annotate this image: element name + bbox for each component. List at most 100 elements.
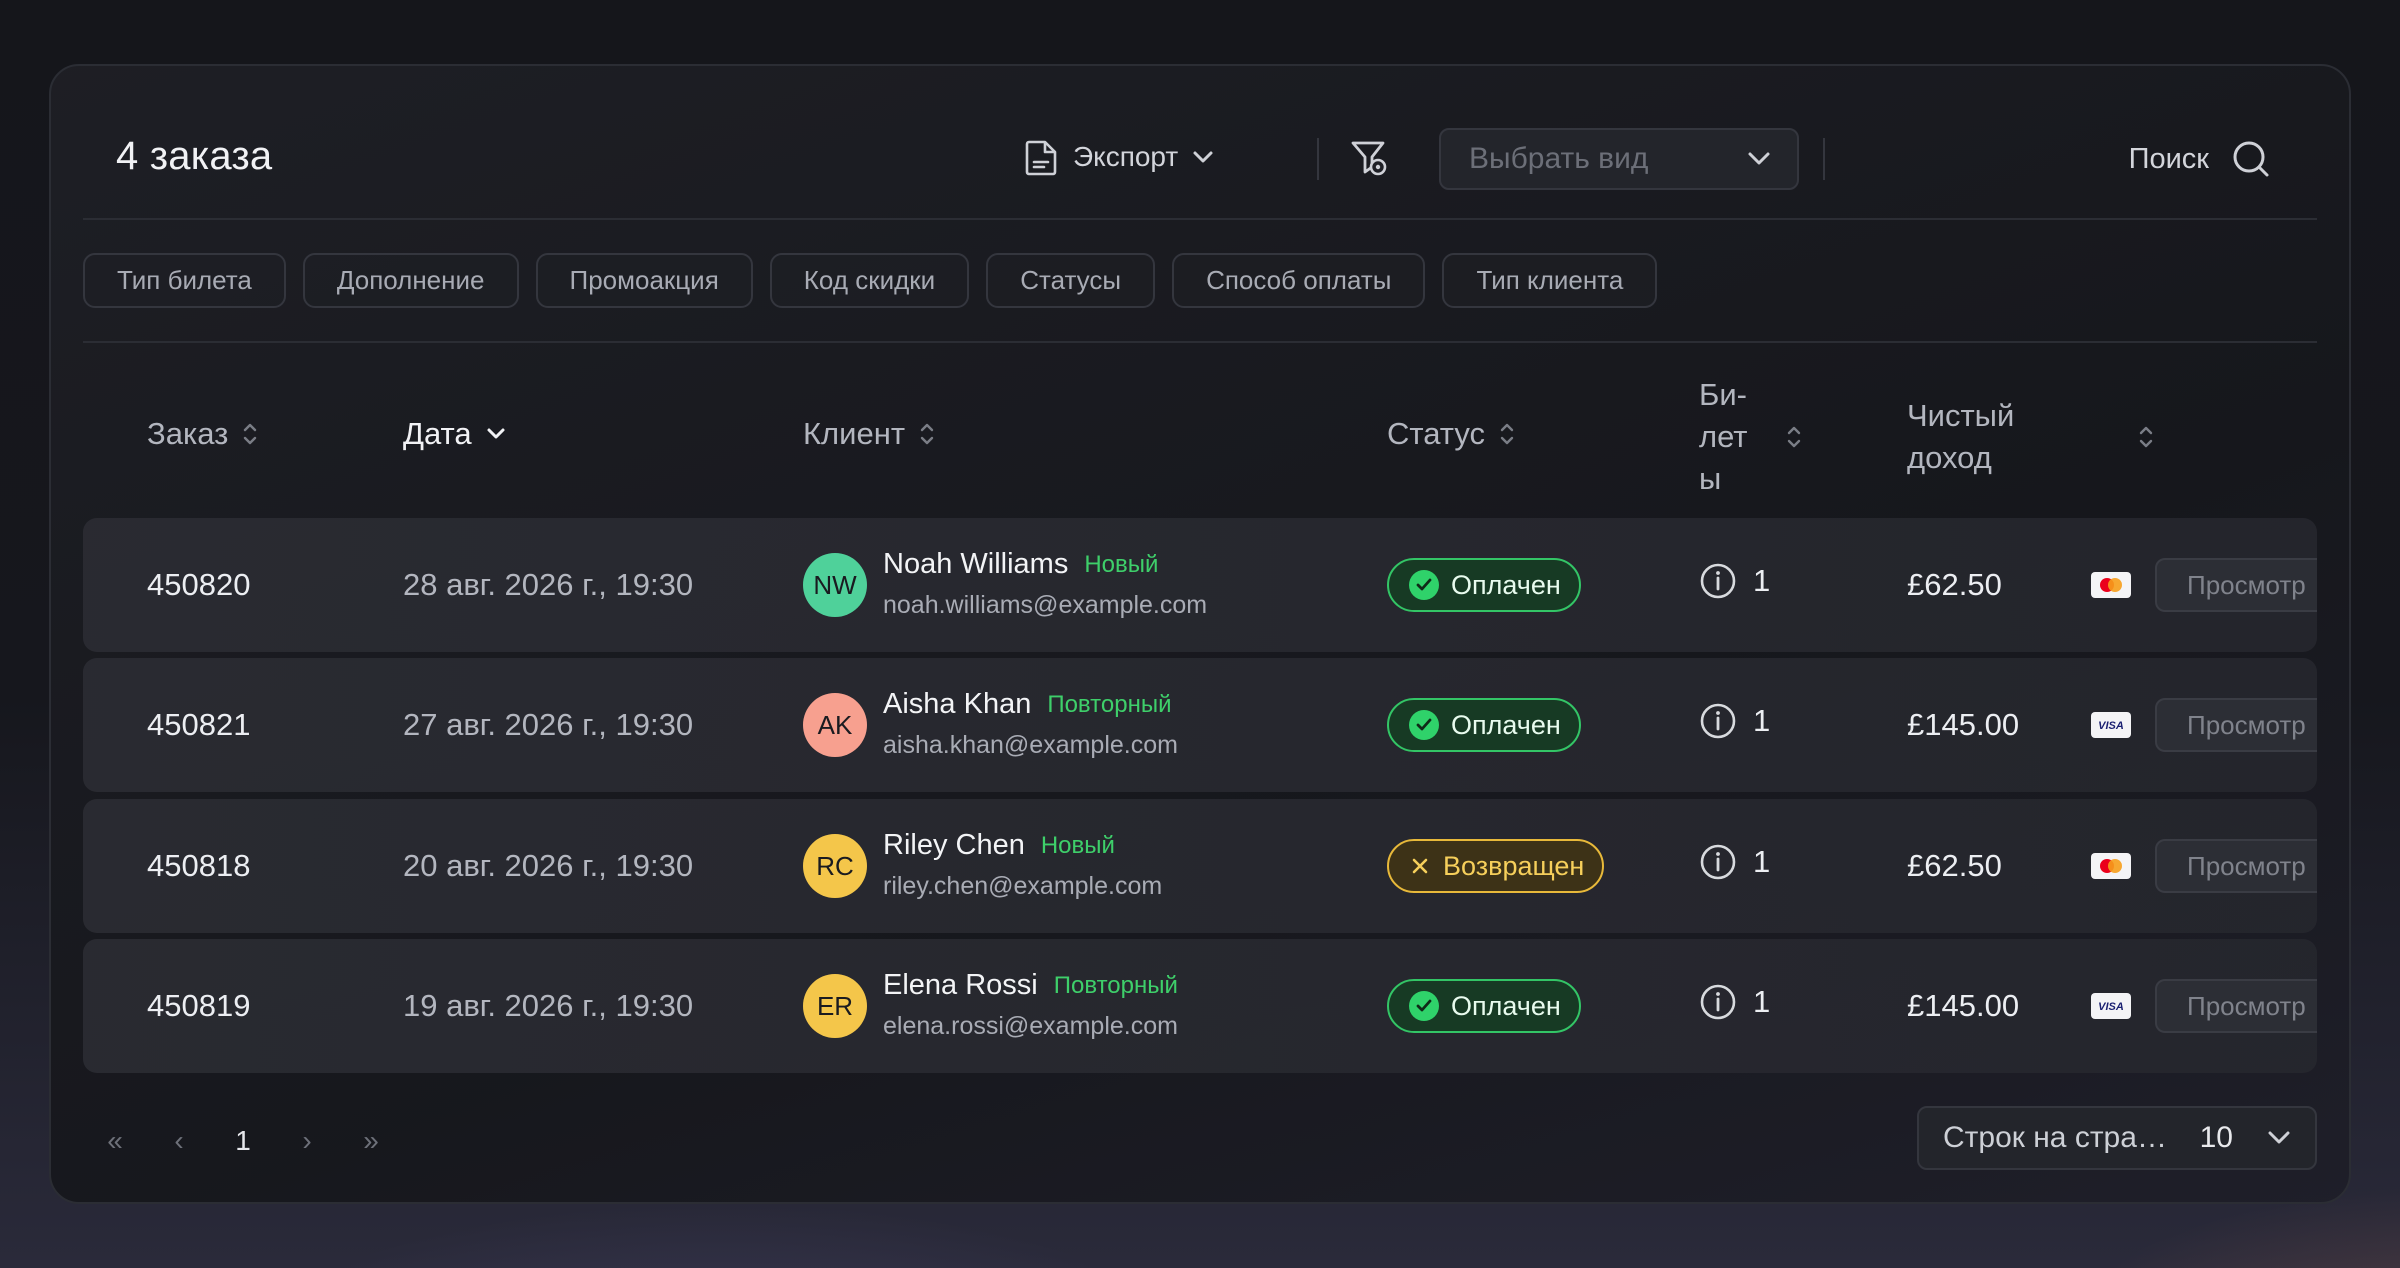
customer-type-tag: Повторный <box>1053 971 1178 999</box>
prev-page-button[interactable]: ‹ <box>147 1116 211 1166</box>
column-label-line: доход <box>1907 440 1992 475</box>
filter-chips: Тип билета Дополнение Промоакция Код ски… <box>83 253 1658 308</box>
rows-per-page-value: 10 <box>2199 1121 2233 1154</box>
customer-email: riley.chen@example.com <box>883 872 1163 900</box>
tickets-cell: 1 <box>1699 843 1770 881</box>
tickets-count: 1 <box>1753 703 1771 738</box>
page-title: 4 заказа <box>116 134 273 178</box>
export-label: Экспорт <box>1073 141 1179 172</box>
status-badge: Оплачен <box>1387 558 1581 612</box>
search-label: Поиск <box>2128 142 2209 175</box>
info-icon[interactable] <box>1699 702 1737 740</box>
tickets-count: 1 <box>1753 844 1771 879</box>
column-header-net-revenue[interactable]: Чистый доход <box>1907 395 2154 479</box>
toolbar: 4 заказа Экспорт Выбрать вид Поиск <box>83 66 2317 220</box>
view-button[interactable]: Просмотр <box>2155 979 2317 1033</box>
chevron-down-icon <box>1748 152 1770 165</box>
customer-type-tag: Повторный <box>1047 690 1172 718</box>
tickets-cell: 1 <box>1699 562 1770 600</box>
info-icon[interactable] <box>1699 562 1737 600</box>
table-row[interactable]: 450819 19 авг. 2026 г., 19:30 ER Elena R… <box>83 939 2317 1073</box>
column-header-customer[interactable]: Клиент <box>803 416 935 452</box>
order-id: 450818 <box>147 848 251 883</box>
column-header-date[interactable]: Дата <box>403 416 506 452</box>
tickets-count: 1 <box>1753 563 1771 598</box>
select-view-placeholder: Выбрать вид <box>1469 142 1649 175</box>
table-row[interactable]: 450818 20 авг. 2026 г., 19:30 RC Riley C… <box>83 799 2317 933</box>
filter-chip-customer-type[interactable]: Тип клиента <box>1442 253 1658 308</box>
net-revenue: £62.50 <box>1907 567 2002 602</box>
column-label: Дата <box>403 416 472 451</box>
filter-chip-statuses[interactable]: Статусы <box>986 253 1156 308</box>
view-button[interactable]: Просмотр <box>2155 839 2317 893</box>
chevron-down-icon <box>1193 151 1213 163</box>
column-label: Би- лет ы <box>1699 374 1748 500</box>
column-header-status[interactable]: Статус <box>1387 416 1515 452</box>
mastercard-icon <box>2091 853 2131 879</box>
order-date: 27 авг. 2026 г., 19:30 <box>403 707 694 742</box>
first-page-button[interactable]: « <box>83 1116 147 1166</box>
status-badge: Возвращен <box>1387 839 1605 893</box>
sort-icon <box>1787 426 1800 448</box>
net-revenue: £145.00 <box>1907 988 2020 1023</box>
column-label-line: Би- <box>1699 377 1747 412</box>
column-header-tickets[interactable]: Би- лет ы <box>1699 374 1802 500</box>
column-label-line: лет <box>1699 419 1748 454</box>
view-button[interactable]: Просмотр <box>2155 558 2317 612</box>
column-label: Клиент <box>803 416 906 451</box>
customer-email: elena.rossi@example.com <box>883 1012 1178 1040</box>
svg-text:VISA: VISA <box>2098 720 2124 732</box>
info-icon[interactable] <box>1699 983 1737 1021</box>
visa-icon: VISA <box>2091 712 2131 738</box>
divider <box>83 341 2317 343</box>
customer-name-line: Aisha Khan Повторный <box>883 688 1171 721</box>
export-button[interactable]: Экспорт <box>1025 134 1214 180</box>
customer-name[interactable]: Riley Chen <box>883 829 1025 862</box>
select-view-dropdown[interactable]: Выбрать вид <box>1439 128 1799 190</box>
avatar: AK <box>803 693 867 757</box>
customer-type-tag: Новый <box>1040 831 1115 859</box>
filter-chip-discount-code[interactable]: Код скидки <box>769 253 970 308</box>
status-label: Оплачен <box>1451 569 1561 600</box>
table-row[interactable]: 450821 27 авг. 2026 г., 19:30 AK Aisha K… <box>83 658 2317 792</box>
divider <box>1823 138 1825 180</box>
order-date: 19 авг. 2026 г., 19:30 <box>403 988 694 1023</box>
net-revenue: £62.50 <box>1907 848 2002 883</box>
sort-icon <box>920 423 934 445</box>
tickets-cell: 1 <box>1699 702 1770 740</box>
tickets-cell: 1 <box>1699 983 1770 1021</box>
check-circle-icon <box>1409 710 1439 740</box>
filter-settings-button[interactable] <box>1349 138 1389 183</box>
filter-chip-promo[interactable]: Промоакция <box>535 253 753 308</box>
status-badge: Оплачен <box>1387 698 1581 752</box>
avatar: NW <box>803 553 867 617</box>
net-revenue: £145.00 <box>1907 707 2020 742</box>
next-page-button[interactable]: › <box>275 1116 339 1166</box>
sort-icon <box>1500 423 1514 445</box>
table-row[interactable]: 450820 28 авг. 2026 г., 19:30 NW Noah Wi… <box>83 518 2317 652</box>
filter-chip-payment-method[interactable]: Способ оплаты <box>1172 253 1426 308</box>
page-number[interactable]: 1 <box>211 1116 275 1166</box>
status-badge: Оплачен <box>1387 979 1581 1033</box>
view-button[interactable]: Просмотр <box>2155 698 2317 752</box>
rows-per-page-select[interactable]: Строк на странице 10 <box>1917 1106 2317 1170</box>
info-icon[interactable] <box>1699 843 1737 881</box>
filter-chip-ticket-type[interactable]: Тип билета <box>83 253 286 308</box>
filter-chip-addon[interactable]: Дополнение <box>302 253 519 308</box>
customer-name[interactable]: Aisha Khan <box>883 688 1031 721</box>
svg-text:VISA: VISA <box>2098 1001 2124 1013</box>
last-page-button[interactable]: » <box>339 1116 403 1166</box>
column-header-order[interactable]: Заказ <box>147 416 258 452</box>
column-label: Чистый доход <box>1907 395 2014 479</box>
customer-name-line: Noah Williams Новый <box>883 548 1158 581</box>
customer-name[interactable]: Elena Rossi <box>883 969 1038 1002</box>
search-icon <box>2233 141 2269 177</box>
check-circle-icon <box>1409 991 1439 1021</box>
search-button[interactable]: Поиск <box>2129 134 2271 184</box>
customer-name[interactable]: Noah Williams <box>883 548 1068 581</box>
order-date: 28 авг. 2026 г., 19:30 <box>403 567 694 602</box>
avatar: RC <box>803 834 867 898</box>
customer-name-line: Elena Rossi Повторный <box>883 969 1178 1002</box>
column-label-line: ы <box>1699 461 1722 496</box>
document-icon <box>1025 140 1057 176</box>
